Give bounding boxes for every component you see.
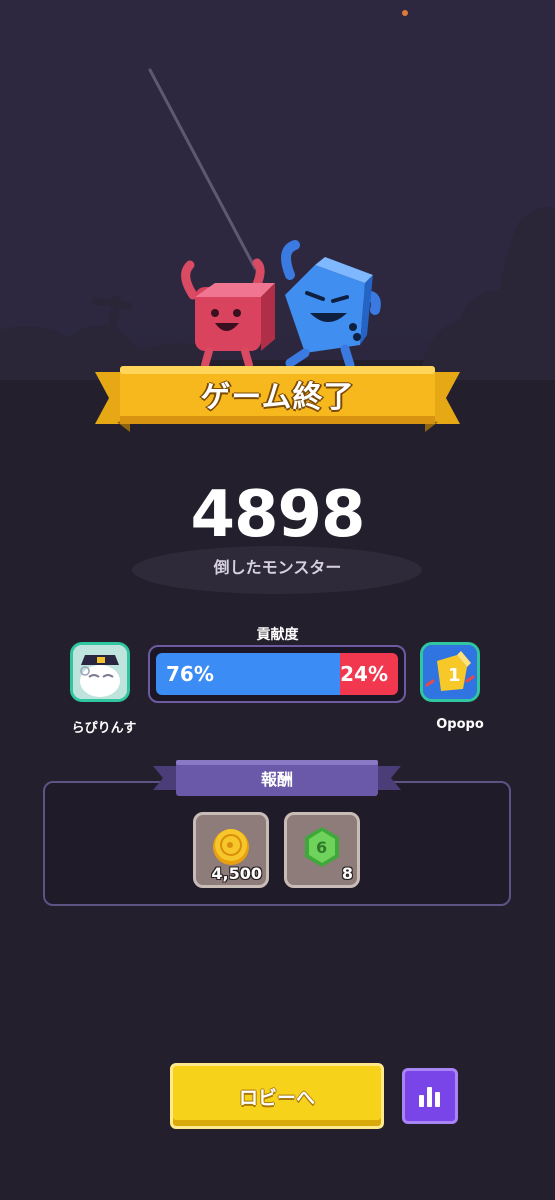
blue-die-character: [281, 240, 381, 370]
lobby-button-label: ロビーへ: [238, 1086, 315, 1109]
reward-item-gem[interactable]: 6 8: [284, 812, 360, 888]
reward-item-coin[interactable]: 4,500: [193, 812, 269, 888]
gem-count: 8: [341, 864, 353, 883]
contribution-bar-frame: 76% 24%: [148, 645, 406, 703]
game-over-title: ゲーム終了: [200, 380, 355, 415]
right-player-avatar[interactable]: 1: [420, 642, 480, 702]
cat-character-icon: [73, 645, 127, 699]
left-player-name: らぴりんす: [71, 721, 137, 736]
red-die-character: [181, 258, 275, 369]
bar-chart-icon: [419, 1087, 440, 1107]
left-contribution-fill: 76%: [156, 653, 340, 695]
defeated-monster-count: 4898: [190, 478, 365, 552]
lobby-button[interactable]: ロビーへ: [170, 1063, 384, 1129]
svg-text:1: 1: [448, 665, 461, 686]
coin-count: 4,500: [211, 864, 262, 883]
contribution-title: 貢献度: [256, 627, 299, 643]
right-player-name: Opopo: [436, 717, 484, 732]
yellow-die-character-icon: 1: [423, 645, 477, 699]
contribution-bar: 76% 24%: [156, 653, 398, 695]
svg-text:6: 6: [316, 838, 327, 857]
right-contribution-fill: 24%: [339, 653, 398, 695]
dice-characters-illustration: [181, 240, 381, 370]
right-contribution-percent: 24%: [340, 662, 388, 686]
left-contribution-percent: 76%: [166, 662, 214, 686]
left-player-avatar[interactable]: [70, 642, 130, 702]
stats-button[interactable]: [402, 1068, 458, 1124]
defeated-monster-label: 倒したモンスター: [213, 558, 342, 577]
reward-title: 報酬: [260, 770, 293, 789]
